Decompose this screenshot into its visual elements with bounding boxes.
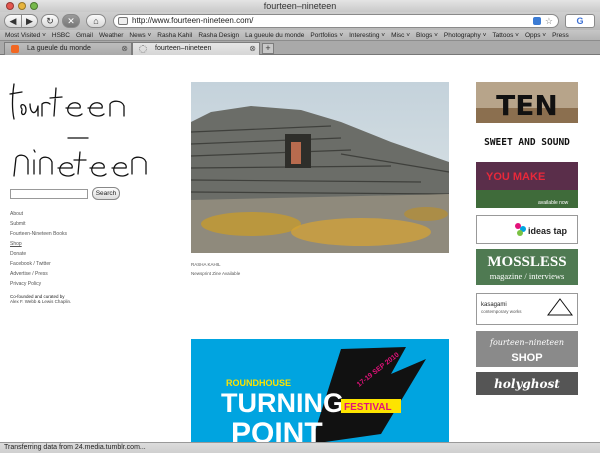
bookmark-opps[interactable]: Opps ˅ <box>525 32 546 39</box>
ad-ideas-tap-text: ideas tap <box>528 226 568 236</box>
tab-label: fourteen–nineteen <box>155 45 212 52</box>
bookmark-misc[interactable]: Misc ˅ <box>391 32 410 39</box>
close-window-button[interactable] <box>6 2 14 10</box>
sidebar-item-donate[interactable]: Donate <box>10 249 110 259</box>
post-author[interactable]: RASHA KAHIL <box>191 262 221 267</box>
status-bar: Transferring data from 24.media.tumblr.c… <box>0 442 600 453</box>
url-text: http://www.fourteen-nineteen.com/ <box>132 16 254 25</box>
bookmark-tattoos[interactable]: Tattoos ˅ <box>492 32 519 39</box>
sidebar-nav: About Submit Fourteen-Nineteen Books Sho… <box>10 209 110 289</box>
rss-feed-icon[interactable] <box>533 17 541 25</box>
search-input[interactable] <box>10 189 88 199</box>
close-tab-icon[interactable]: ⊗ <box>121 43 128 55</box>
ad-ideas-tap[interactable]: ideas tap <box>476 215 578 244</box>
stop-icon: ✕ <box>67 15 75 26</box>
sidebar-item-advertise-press[interactable]: Advertise / Press <box>10 269 110 279</box>
loading-spinner-icon <box>139 45 147 53</box>
reload-icon: ↻ <box>46 15 54 26</box>
ad-mossless[interactable]: MOSSLESS magazine / interviews <box>476 249 578 285</box>
search-engine-box[interactable]: G <box>565 14 595 28</box>
ad-sweet-and-sound-text: SWEET AND SOUND <box>484 137 570 148</box>
credit-line-2: Alex F. Webb & Lewis Chaplin. <box>10 299 72 304</box>
bookmark-rasha-kahil[interactable]: Rasha Kahil <box>157 32 192 39</box>
poster-line2: POINT <box>231 417 323 442</box>
stop-button[interactable]: ✕ <box>62 14 80 28</box>
ad-holyghost[interactable]: holyghost <box>476 372 578 395</box>
search-button[interactable]: Search <box>92 187 120 200</box>
bookmark-interesting[interactable]: Interesting ˅ <box>349 32 385 39</box>
ad-you-make-text: YOU MAKE <box>486 171 545 183</box>
bookmark-press[interactable]: Press <box>552 32 569 39</box>
ad-shop-sub: SHOP <box>511 352 542 364</box>
forward-arrow-icon: ▶ <box>26 15 33 26</box>
ad-kasagami-text: kasagami <box>481 302 507 308</box>
ad-kasagami-sub: contemporary works <box>481 309 522 314</box>
sidebar-item-shop[interactable]: Shop <box>10 239 110 249</box>
sidebar-item-privacy-policy[interactable]: Privacy Policy <box>10 279 110 289</box>
festival-poster[interactable]: ROUNDHOUSE TURNING POINT FESTIVAL 17-19 … <box>191 339 449 442</box>
plus-icon: + <box>265 43 271 53</box>
new-tab-button[interactable]: + <box>262 43 274 54</box>
site-logo[interactable] <box>8 64 158 184</box>
ad-shop[interactable]: fourteen–nineteen SHOP <box>476 331 578 367</box>
minimize-window-button[interactable] <box>18 2 26 10</box>
tab-la-gueule-du-monde[interactable]: La gueule du monde ⊗ <box>4 42 132 55</box>
post-subtitle: Newsprint Zine Available <box>191 271 241 276</box>
back-button[interactable]: ◀ <box>4 14 22 28</box>
bookmark-blogs[interactable]: Blogs ˅ <box>416 32 438 39</box>
bookmarks-toolbar: Most Visited ˅ HSBC Gmail Weather News ˅… <box>0 30 600 41</box>
poster-tag: FESTIVAL <box>344 402 392 413</box>
page-content: Search About Submit Fourteen-Nineteen Bo… <box>0 56 600 442</box>
sidebar-item-submit[interactable]: Submit <box>10 219 110 229</box>
google-search-icon: G <box>576 16 584 26</box>
bookmark-most-visited[interactable]: Most Visited ˅ <box>5 32 46 39</box>
tab-label: La gueule du monde <box>27 45 91 52</box>
site-identity-icon[interactable] <box>118 17 128 25</box>
tab-fourteen-nineteen[interactable]: fourteen–nineteen ⊗ <box>132 42 260 55</box>
status-text: Transferring data from 24.media.tumblr.c… <box>4 444 146 451</box>
tab-strip: La gueule du monde ⊗ fourteen–nineteen ⊗… <box>0 41 600 55</box>
ad-you-make-sub: available now <box>538 200 569 206</box>
ad-you-make[interactable]: YOU MAKE available now <box>476 162 578 208</box>
bookmark-news[interactable]: News ˅ <box>129 32 151 39</box>
ad-sweet-and-sound[interactable]: SWEET AND SOUND <box>476 132 578 150</box>
window-titlebar: fourteen–nineteen <box>0 0 600 12</box>
bookmark-photography[interactable]: Photography ˅ <box>444 32 486 39</box>
credit-text: Co-founded and curated by Alex F. Webb &… <box>10 294 120 304</box>
bookmark-gmail[interactable]: Gmail <box>76 32 93 39</box>
reload-button[interactable]: ↻ <box>41 14 59 28</box>
ad-kasagami[interactable]: kasagami contemporary works <box>476 293 578 325</box>
post-photo[interactable] <box>191 82 449 253</box>
blogger-favicon-icon <box>11 45 19 53</box>
navigation-toolbar: ◀ ▶ ↻ ✕ ⌂ http://www.fourteen-nineteen.c… <box>0 12 600 30</box>
bookmark-hsbc[interactable]: HSBC <box>52 32 70 39</box>
person-figure <box>291 142 301 164</box>
back-arrow-icon: ◀ <box>9 15 17 26</box>
bookmark-la-gueule-du-monde[interactable]: La gueule du monde <box>245 32 304 39</box>
home-button[interactable]: ⌂ <box>86 14 106 28</box>
sidebar-item-about[interactable]: About <box>10 209 110 219</box>
ad-ten[interactable]: TEN <box>476 82 578 123</box>
window-title: fourteen–nineteen <box>263 1 337 11</box>
bookmark-rasha-design[interactable]: Rasha Design <box>198 32 239 39</box>
bookmark-weather[interactable]: Weather <box>99 32 123 39</box>
bookmark-portfolios[interactable]: Portfolios ˅ <box>310 32 343 39</box>
home-icon: ⌂ <box>93 16 99 26</box>
ad-mossless-text: MOSSLESS <box>487 254 566 270</box>
sidebar-item-books[interactable]: Fourteen-Nineteen Books <box>10 229 110 239</box>
ad-shop-text: fourteen–nineteen <box>489 338 564 347</box>
zoom-window-button[interactable] <box>30 2 38 10</box>
close-tab-icon[interactable]: ⊗ <box>249 43 256 55</box>
poster-venue: ROUNDHOUSE <box>226 378 291 388</box>
url-bar[interactable]: http://www.fourteen-nineteen.com/ ☆ <box>113 14 559 28</box>
poster-line1: TURNING <box>221 388 344 418</box>
ad-holyghost-text: holyghost <box>494 377 560 391</box>
forward-button[interactable]: ▶ <box>21 14 38 28</box>
bookmark-star-icon[interactable]: ☆ <box>545 15 553 27</box>
sidebar-item-facebook-twitter[interactable]: Facebook / Twitter <box>10 259 110 269</box>
ad-ten-text: TEN <box>496 89 558 122</box>
ad-mossless-sub: magazine / interviews <box>490 271 565 281</box>
